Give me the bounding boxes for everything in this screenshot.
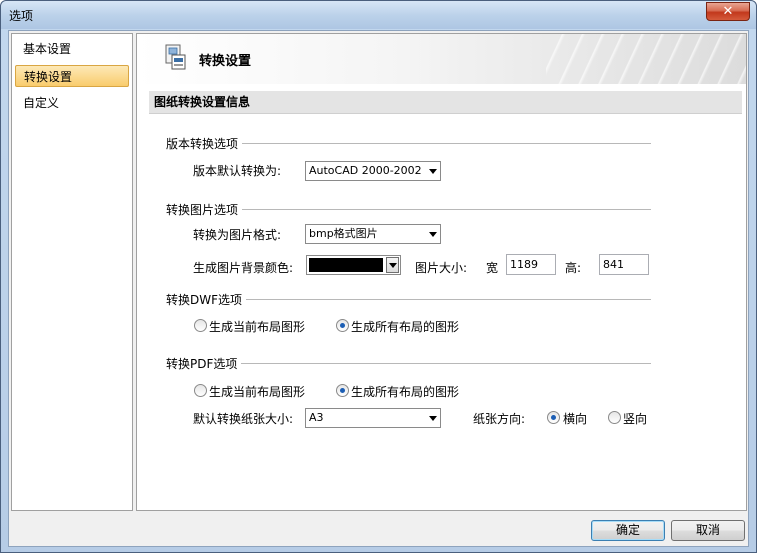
- color-swatch: [309, 258, 383, 272]
- group-divider: [237, 209, 651, 210]
- width-input[interactable]: 1189: [506, 254, 556, 275]
- width-label: 宽: [486, 261, 499, 275]
- portrait-radio[interactable]: [608, 411, 621, 424]
- title-bar[interactable]: 选项 ✕: [1, 1, 756, 29]
- height-input[interactable]: 841: [599, 254, 649, 275]
- pdf-current-radio[interactable]: [194, 384, 207, 397]
- image-format-select[interactable]: bmp格式图片: [305, 224, 441, 244]
- bg-color-label: 生成图片背景颜色:: [193, 261, 294, 275]
- portrait-label[interactable]: 竖向: [623, 410, 647, 427]
- section-header: 图纸转换设置信息: [149, 91, 742, 114]
- version-select-value: AutoCAD 2000-2002: [309, 164, 422, 177]
- dwf-all-label[interactable]: 生成所有布局的图形: [351, 318, 459, 335]
- version-default-label: 版本默认转换为:: [193, 164, 282, 178]
- close-icon: ✕: [722, 4, 734, 19]
- sidebar-item-conversion[interactable]: 转换设置: [15, 65, 129, 87]
- pdf-current-label[interactable]: 生成当前布局图形: [209, 383, 305, 400]
- version-group-title: 版本转换选项: [166, 135, 243, 152]
- banner-decoration: [546, 34, 746, 84]
- pdf-all-label[interactable]: 生成所有布局的图形: [351, 383, 459, 400]
- settings-panel: 转换设置 图纸转换设置信息 版本转换选项 版本默认转换为: AutoCAD 20…: [136, 33, 747, 511]
- dwf-all-radio[interactable]: [336, 319, 349, 332]
- sidebar: 基本设置 转换设置 自定义: [11, 33, 133, 511]
- panel-banner: 转换设置: [137, 34, 746, 84]
- chevron-down-icon: [389, 263, 397, 268]
- landscape-label[interactable]: 横向: [563, 410, 587, 427]
- paper-size-label: 默认转换纸张大小:: [193, 412, 294, 426]
- pdf-all-radio[interactable]: [336, 384, 349, 397]
- dwf-current-radio[interactable]: [194, 319, 207, 332]
- cancel-button[interactable]: 取消: [671, 520, 745, 541]
- window-title: 选项: [9, 9, 34, 23]
- height-label: 高:: [565, 261, 582, 275]
- options-dialog: 选项 ✕ 基本设置 转换设置 自定义 转换设置 图纸转换设置信息 版本转换选项 …: [0, 0, 757, 553]
- dwf-group-title: 转换DWF选项: [166, 291, 247, 308]
- group-divider: [237, 363, 651, 364]
- paper-size-select[interactable]: A3: [305, 408, 441, 428]
- group-divider: [237, 299, 651, 300]
- landscape-radio[interactable]: [547, 411, 560, 424]
- image-format-value: bmp格式图片: [309, 227, 378, 240]
- chevron-down-icon: [429, 416, 437, 421]
- close-button[interactable]: ✕: [706, 2, 750, 21]
- paper-size-value: A3: [309, 411, 324, 424]
- panel-title: 转换设置: [199, 54, 252, 69]
- image-format-label: 转换为图片格式:: [193, 228, 282, 242]
- version-select[interactable]: AutoCAD 2000-2002: [305, 161, 441, 181]
- ok-button[interactable]: 确定: [591, 520, 665, 541]
- chevron-down-icon: [429, 169, 437, 174]
- group-divider: [237, 143, 651, 144]
- dwf-current-label[interactable]: 生成当前布局图形: [209, 318, 305, 335]
- pdf-group-title: 转换PDF选项: [166, 355, 242, 372]
- sidebar-item-basic[interactable]: 基本设置: [15, 38, 129, 60]
- bg-color-picker[interactable]: [306, 255, 401, 275]
- image-size-label: 图片大小:: [415, 261, 468, 275]
- chevron-down-icon: [429, 232, 437, 237]
- color-dropdown-button[interactable]: [386, 257, 399, 273]
- convert-settings-icon: [165, 44, 186, 70]
- sidebar-item-custom[interactable]: 自定义: [15, 92, 129, 114]
- dialog-client: 基本设置 转换设置 自定义 转换设置 图纸转换设置信息 版本转换选项 版本默认转…: [8, 30, 749, 547]
- image-group-title: 转换图片选项: [166, 201, 243, 218]
- orientation-label: 纸张方向:: [473, 412, 526, 426]
